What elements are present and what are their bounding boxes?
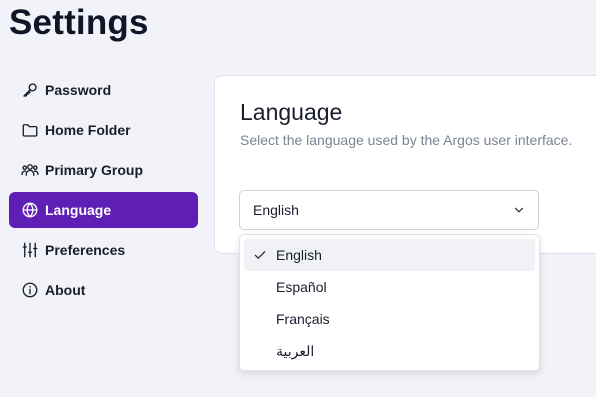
sidebar-item-home-folder[interactable]: Home Folder: [9, 112, 198, 148]
sidebar-item-language[interactable]: Language: [9, 192, 198, 228]
sidebar-item-primary-group[interactable]: Primary Group: [9, 152, 198, 188]
settings-sidebar: Password Home Folder Primary Group Langu…: [9, 72, 198, 312]
users-icon: [21, 161, 39, 179]
sidebar-item-label: Preferences: [45, 242, 126, 258]
language-dropdown-menu: English Español Français العربية: [239, 234, 540, 371]
language-option-francais[interactable]: Français: [244, 303, 535, 335]
option-label: العربية: [276, 342, 315, 359]
sidebar-item-label: Primary Group: [45, 162, 144, 178]
chevron-down-icon: [512, 203, 526, 217]
check-icon: [253, 248, 267, 262]
page-title: Settings: [9, 3, 149, 42]
sidebar-item-label: Home Folder: [45, 122, 131, 138]
sidebar-item-label: About: [45, 282, 86, 298]
section-title: Language: [240, 99, 343, 125]
language-card: Language Select the language used by the…: [214, 75, 596, 254]
language-select[interactable]: English: [239, 190, 539, 230]
option-label: English: [276, 247, 322, 263]
section-description: Select the language used by the Argos us…: [240, 132, 573, 148]
sidebar-item-password[interactable]: Password: [9, 72, 198, 108]
option-label: Español: [276, 279, 327, 295]
sidebar-item-preferences[interactable]: Preferences: [9, 232, 198, 268]
language-select-value: English: [253, 202, 299, 218]
sidebar-item-label: Password: [45, 82, 112, 98]
key-icon: [21, 81, 39, 99]
info-icon: [21, 281, 39, 299]
option-label: Français: [276, 311, 330, 327]
sidebar-item-label: Language: [45, 202, 112, 218]
folder-icon: [21, 121, 39, 139]
sidebar-item-about[interactable]: About: [9, 272, 198, 308]
language-option-arabic[interactable]: العربية: [244, 335, 535, 367]
language-option-english[interactable]: English: [244, 239, 535, 271]
language-option-espanol[interactable]: Español: [244, 271, 535, 303]
globe-icon: [21, 201, 39, 219]
sliders-icon: [21, 241, 39, 259]
